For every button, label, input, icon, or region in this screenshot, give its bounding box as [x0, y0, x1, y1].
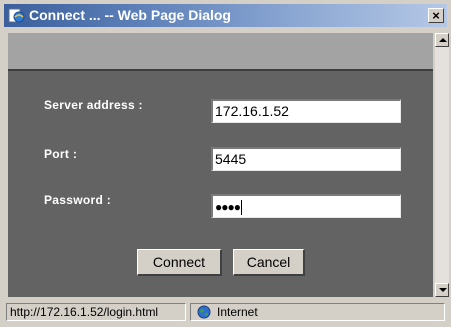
password-mask: ●●●●	[215, 200, 241, 214]
title-bar[interactable]: Connect ... -- Web Page Dialog ×	[4, 4, 447, 27]
password-input[interactable]: ●●●●	[211, 194, 401, 218]
cancel-button[interactable]: Cancel	[233, 249, 305, 276]
server-address-label: Server address :	[44, 98, 143, 112]
window-title: Connect ... -- Web Page Dialog	[29, 7, 231, 23]
port-input[interactable]: 5445	[211, 147, 401, 171]
status-bar: http://172.16.1.52/login.html Internet	[4, 301, 447, 323]
dialog-window: Connect ... -- Web Page Dialog × Server …	[0, 0, 451, 327]
connect-button[interactable]: Connect	[137, 249, 222, 276]
scroll-down-button[interactable]	[435, 283, 449, 297]
arrow-down-icon	[439, 288, 447, 292]
text-caret	[241, 199, 242, 215]
security-zone: Internet	[190, 303, 445, 321]
close-button[interactable]: ×	[428, 8, 444, 23]
ie-page-icon	[8, 8, 25, 23]
header-divider	[8, 69, 433, 71]
dialog-content: Server address : 172.16.1.52 Port : 5445…	[8, 33, 433, 297]
header-band	[8, 33, 433, 69]
password-label: Password :	[44, 193, 112, 207]
globe-icon	[197, 305, 211, 319]
zone-label: Internet	[217, 305, 258, 319]
scroll-up-button[interactable]	[435, 33, 449, 47]
vertical-scrollbar[interactable]	[435, 33, 449, 297]
status-url: http://172.16.1.52/login.html	[6, 303, 186, 321]
server-address-input[interactable]: 172.16.1.52	[211, 99, 401, 123]
arrow-up-icon	[439, 38, 447, 42]
port-label: Port :	[44, 147, 78, 161]
